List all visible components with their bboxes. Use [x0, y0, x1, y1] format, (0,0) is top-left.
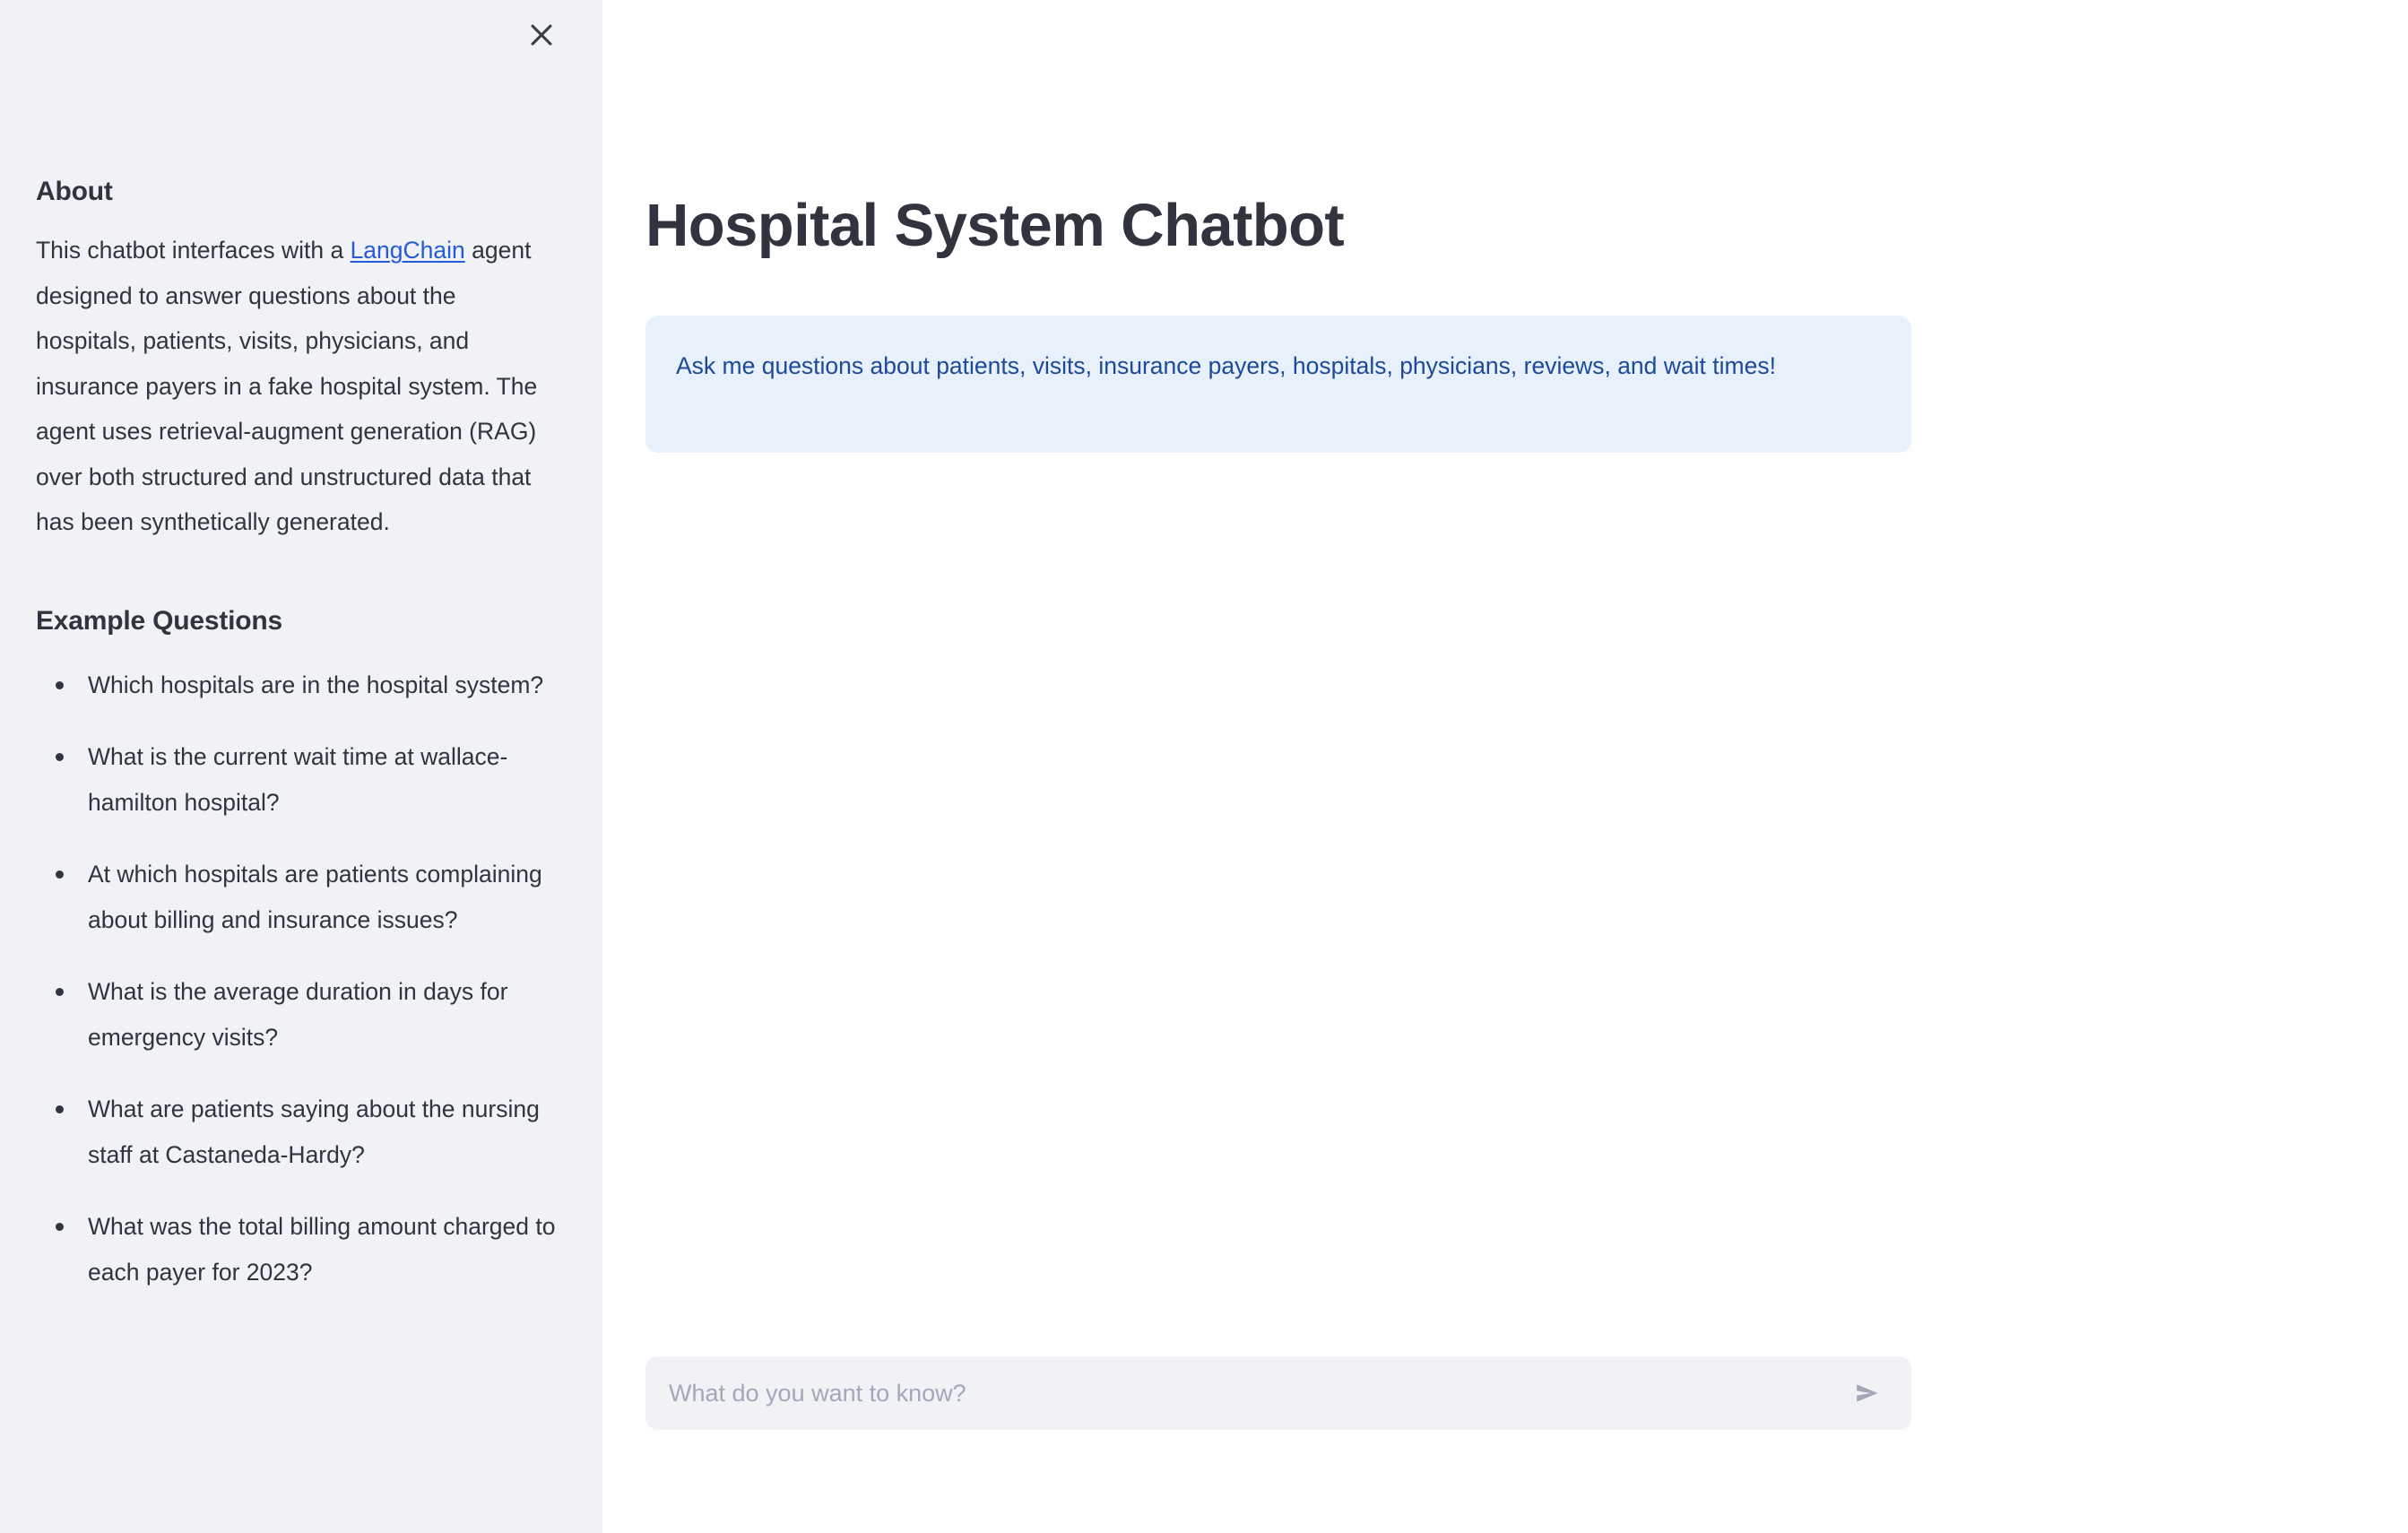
about-heading: About	[36, 176, 547, 208]
list-item: What are patients saying about the nursi…	[36, 1087, 556, 1177]
sidebar-content: About This chatbot interfaces with a Lan…	[36, 176, 547, 1321]
list-item-label: What are patients saying about the nursi…	[88, 1096, 540, 1168]
bullet-icon	[56, 988, 64, 996]
list-item: What is the average duration in days for…	[36, 969, 556, 1060]
main-content: Hospital System Chatbot Ask me questions…	[602, 0, 2408, 1533]
example-questions-heading: Example Questions	[36, 605, 547, 637]
sidebar-header	[0, 0, 602, 65]
list-item-label: What is the current wait time at wallace…	[88, 743, 507, 816]
page-title: Hospital System Chatbot	[645, 191, 1344, 260]
list-item: What was the total billing amount charge…	[36, 1204, 556, 1295]
send-message-button[interactable]	[1841, 1368, 1892, 1418]
list-item: Which hospitals are in the hospital syst…	[36, 663, 556, 708]
chat-input-container[interactable]	[645, 1356, 1911, 1430]
chat-message-area	[645, 484, 1911, 1336]
bullet-icon	[56, 1105, 64, 1113]
about-text-after-link: agent designed to answer questions about…	[36, 237, 537, 535]
bullet-icon	[56, 870, 64, 879]
bullet-icon	[56, 1223, 64, 1231]
list-item-label: What is the average duration in days for…	[88, 978, 507, 1051]
example-questions-list: Which hospitals are in the hospital syst…	[36, 663, 574, 1295]
info-callout: Ask me questions about patients, visits,…	[645, 316, 1911, 453]
list-item-label: Which hospitals are in the hospital syst…	[88, 671, 543, 698]
list-item: At which hospitals are patients complain…	[36, 852, 556, 942]
langchain-link[interactable]: LangChain	[351, 237, 465, 264]
chat-input[interactable]	[654, 1358, 1841, 1428]
about-text-before-link: This chatbot interfaces with a	[36, 237, 351, 264]
list-item: What is the current wait time at wallace…	[36, 734, 556, 825]
about-paragraph: This chatbot interfaces with a LangChain…	[36, 228, 540, 545]
bullet-icon	[56, 681, 64, 689]
sidebar: About This chatbot interfaces with a Lan…	[0, 0, 602, 1533]
list-item-label: At which hospitals are patients complain…	[88, 861, 542, 933]
info-callout-text: Ask me questions about patients, visits,…	[676, 344, 1881, 387]
send-icon	[1849, 1375, 1884, 1411]
app-root: About This chatbot interfaces with a Lan…	[0, 0, 2408, 1533]
close-icon	[526, 20, 557, 50]
close-sidebar-button[interactable]	[520, 15, 563, 55]
main-inner: Hospital System Chatbot Ask me questions…	[645, 0, 1911, 1533]
list-item-label: What was the total billing amount charge…	[88, 1213, 555, 1286]
bullet-icon	[56, 753, 64, 761]
